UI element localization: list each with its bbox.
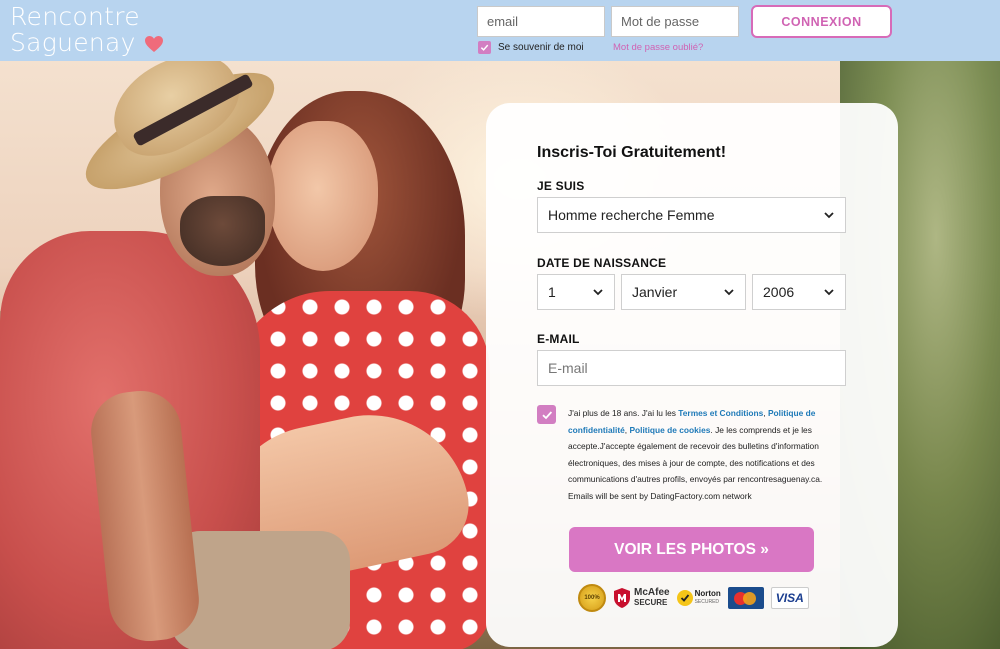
remember-me[interactable]: Se souvenir de moi (478, 41, 584, 54)
chevron-down-icon (824, 212, 834, 219)
gender-label: JE SUIS (537, 179, 585, 193)
gender-select-value: Homme recherche Femme (548, 207, 715, 223)
signup-title: Inscris-Toi Gratuitement! (537, 144, 727, 161)
dob-day-value: 1 (548, 284, 556, 300)
man-beard (180, 196, 265, 266)
remember-checkbox[interactable] (478, 41, 491, 54)
dob-year-value: 2006 (763, 284, 795, 300)
dob-month-value: Janvier (632, 284, 678, 300)
heart-icon (145, 36, 163, 52)
trust-badges: 100% McAfee SECURE Norton SECURED VISA (578, 584, 809, 612)
dob-day-select[interactable]: 1 (537, 274, 615, 310)
check-icon (541, 410, 552, 419)
terms-text: J'ai plus de 18 ans. J'ai lu les Termes … (568, 405, 848, 505)
norton-sub: SECURED (694, 599, 720, 605)
top-header: Rencontre Saguenay CONNEXION Se souvenir… (0, 0, 1000, 61)
check-icon (676, 590, 693, 606)
check-icon (480, 44, 489, 51)
dob-month-select[interactable]: Janvier (621, 274, 746, 310)
norton-badge: Norton SECURED (676, 589, 721, 606)
gender-select[interactable]: Homme recherche Femme (537, 197, 846, 233)
signup-card: Inscris-Toi Gratuitement! JE SUIS Homme … (486, 103, 898, 647)
norton-name: Norton (694, 589, 721, 598)
terms-prefix: J'ai plus de 18 ans. J'ai lu les (568, 408, 679, 418)
mcafee-sub: SECURE (634, 598, 668, 607)
terms-link[interactable]: Termes et Conditions (678, 408, 763, 418)
login-password-input[interactable] (611, 6, 739, 37)
woman-face (268, 121, 378, 271)
mastercard-icon (727, 587, 764, 609)
terms-checkbox[interactable] (537, 405, 556, 424)
login-button[interactable]: CONNEXION (751, 5, 892, 38)
forgot-password-link[interactable]: Mot de passe oublié? (613, 42, 703, 53)
mcafee-name: McAfee (634, 587, 670, 598)
dob-year-select[interactable]: 2006 (752, 274, 846, 310)
chevron-down-icon (824, 289, 834, 296)
signup-email-input[interactable] (537, 350, 846, 386)
cookies-link[interactable]: Politique de cookies (629, 425, 710, 435)
chevron-down-icon (593, 289, 603, 296)
mcafee-badge: McAfee SECURE (613, 587, 670, 609)
dob-label: DATE DE NAISSANCE (537, 256, 667, 270)
shield-icon (614, 588, 630, 608)
chevron-down-icon (724, 289, 734, 296)
guarantee-badge: 100% (578, 584, 606, 612)
remember-label: Se souvenir de moi (498, 42, 584, 53)
logo-line-1: Rencontre (10, 2, 140, 31)
view-photos-button[interactable]: VOIR LES PHOTOS » (569, 527, 814, 572)
email-label: E-MAIL (537, 332, 580, 346)
login-email-input[interactable] (477, 6, 605, 37)
visa-badge: VISA (770, 587, 809, 609)
terms-suffix: . Je les comprends et je les accepte.J'a… (568, 424, 823, 501)
